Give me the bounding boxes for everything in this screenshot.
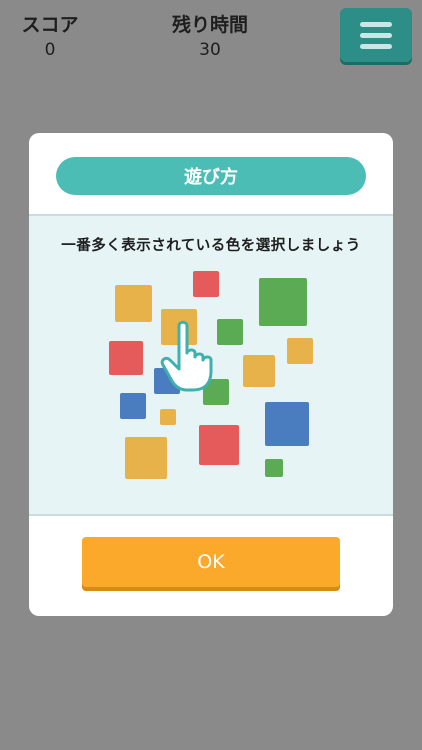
square-yellow bbox=[160, 409, 176, 425]
score-value: 0 bbox=[44, 40, 56, 60]
square-green bbox=[259, 278, 307, 326]
ok-button[interactable]: OK bbox=[82, 537, 340, 587]
how-to-play-dialog: 遊び方 一番多く表示されている色を選択しましょう OK bbox=[29, 133, 393, 616]
square-yellow bbox=[115, 285, 152, 322]
square-blue bbox=[120, 393, 146, 419]
square-red bbox=[109, 341, 143, 375]
square-green bbox=[217, 319, 243, 345]
square-green bbox=[265, 459, 283, 477]
square-yellow bbox=[287, 338, 313, 364]
square-yellow bbox=[243, 355, 275, 387]
time-value: 30 bbox=[199, 40, 221, 60]
square-yellow bbox=[125, 437, 167, 479]
hamburger-menu-icon bbox=[360, 21, 392, 49]
score-label: スコア bbox=[21, 14, 79, 36]
score-display: スコア 0 bbox=[10, 12, 90, 62]
time-display: 残り時間 30 bbox=[150, 12, 270, 62]
menu-button[interactable] bbox=[340, 8, 412, 62]
square-red bbox=[193, 271, 219, 297]
square-blue bbox=[265, 402, 309, 446]
time-label: 残り時間 bbox=[171, 14, 248, 36]
square-red bbox=[199, 425, 239, 465]
